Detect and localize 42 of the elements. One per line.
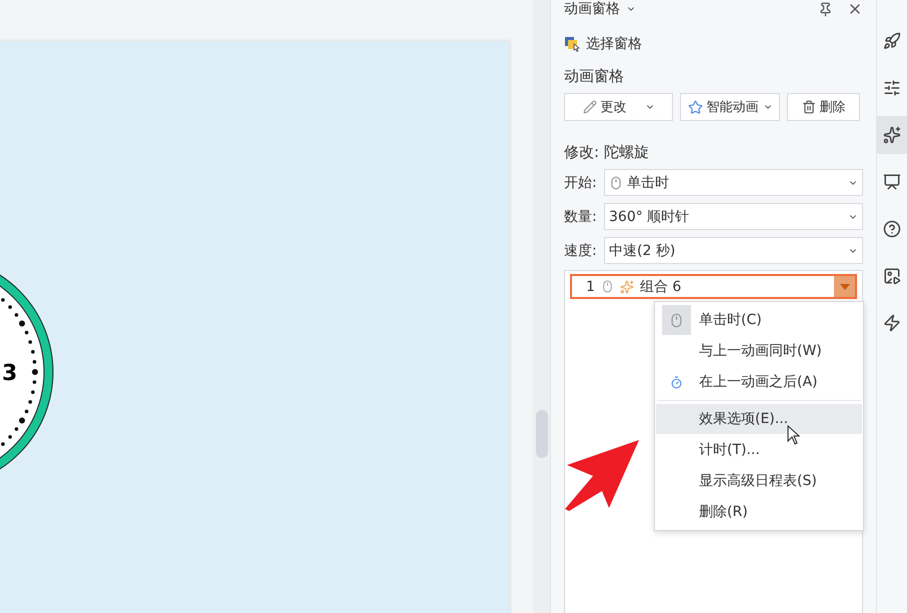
smart-button[interactable]: 智能动画 xyxy=(680,93,780,121)
selection-pane-icon xyxy=(564,36,580,52)
field-label: 速度: xyxy=(564,242,598,260)
timer-icon xyxy=(670,376,683,388)
mouse-icon xyxy=(600,280,614,293)
field-label: 数量: xyxy=(564,208,598,226)
image-icon xyxy=(883,267,901,285)
menu-item[interactable]: 删除(R) xyxy=(656,497,862,527)
section-title: 动画窗格 xyxy=(564,67,625,86)
selection-pane-link[interactable]: 选择窗格 xyxy=(586,35,642,53)
scrollbar-thumb[interactable] xyxy=(536,410,548,458)
pencil-icon xyxy=(582,100,596,114)
rocket-icon xyxy=(883,32,901,50)
menu-item[interactable]: 单击时(C) xyxy=(656,305,862,335)
dropdown-field[interactable]: 单击时 xyxy=(604,169,863,196)
mouse-icon xyxy=(609,176,623,190)
presentation-icon xyxy=(883,173,901,191)
sidebar-tool[interactable] xyxy=(877,116,907,154)
mouse-cursor-icon xyxy=(787,425,801,445)
animation-item[interactable]: 1 组合 6 xyxy=(570,274,857,299)
delete-button[interactable]: 删除 xyxy=(787,93,860,121)
sparkle-icon xyxy=(883,126,901,144)
help-icon xyxy=(883,220,901,238)
dropdown-field[interactable]: 中速(2 秒) xyxy=(604,237,863,264)
lightning-icon xyxy=(883,314,901,332)
pin-icon[interactable] xyxy=(818,2,833,16)
menu-item[interactable]: 计时(T)... xyxy=(656,435,862,465)
sparkle-icon xyxy=(620,280,634,294)
field-label: 开始: xyxy=(564,174,598,192)
caret-icon xyxy=(840,284,850,290)
modify-label: 修改: 陀螺旋 xyxy=(564,143,650,162)
delete-icon xyxy=(802,100,816,114)
menu-item[interactable]: 效果选项(E)... xyxy=(656,404,862,434)
menu-item[interactable]: 与上一动画同时(W) xyxy=(656,336,862,366)
panel-title[interactable]: 动画窗格 xyxy=(564,2,620,16)
mouse-icon xyxy=(669,312,684,328)
sliders-icon xyxy=(883,79,901,97)
change-button[interactable]: 更改 xyxy=(564,93,673,121)
star-icon xyxy=(688,100,702,114)
dropdown-field[interactable]: 360° 顺时针 xyxy=(604,203,863,230)
menu-item[interactable]: 显示高级日程表(S) xyxy=(656,466,862,496)
menu-item[interactable]: 在上一动画之后(A) xyxy=(656,367,862,397)
